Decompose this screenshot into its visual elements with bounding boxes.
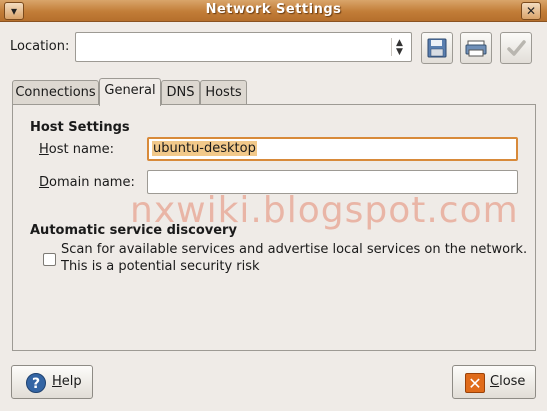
help-label: Help: [52, 374, 82, 389]
domain-name-label: Domain name:: [39, 175, 135, 190]
close-label-text: lose: [499, 374, 526, 389]
title-bar[interactable]: ▾ Network Settings ✕: [0, 0, 547, 22]
window-title: Network Settings: [205, 2, 342, 17]
help-button[interactable]: ? Help: [11, 365, 93, 399]
help-icon: ?: [26, 373, 46, 393]
domain-name-mnemonic: D: [39, 175, 50, 190]
host-name-value: ubuntu-desktop: [152, 141, 257, 156]
close-mnemonic: C: [490, 374, 500, 389]
window-close-button[interactable]: ✕: [521, 2, 541, 20]
host-name-label-text: ost name:: [48, 142, 114, 157]
host-settings-heading: Host Settings: [30, 120, 130, 135]
service-discovery-heading: Automatic service discovery: [30, 223, 237, 238]
apply-location-button[interactable]: [500, 32, 532, 64]
close-button[interactable]: ✕ Close: [452, 365, 536, 399]
tab-dns[interactable]: DNS: [161, 80, 200, 105]
close-label: Close: [490, 374, 525, 389]
help-mnemonic: H: [52, 374, 62, 389]
service-discovery-checkbox[interactable]: [43, 253, 56, 266]
host-name-input[interactable]: ubuntu-desktop: [147, 137, 518, 161]
tab-hosts[interactable]: Hosts: [200, 80, 247, 105]
apply-check-icon: [507, 40, 526, 56]
delete-location-button[interactable]: [460, 32, 492, 64]
host-name-label: Host name:: [39, 142, 114, 157]
save-location-button[interactable]: [421, 32, 453, 64]
tab-general[interactable]: General: [99, 78, 161, 106]
location-combo[interactable]: ▲ ▼: [75, 32, 412, 62]
service-discovery-line-1: Scan for available services and advertis…: [61, 242, 528, 257]
combo-arrows-icon: ▲ ▼: [391, 38, 407, 57]
close-icon: ✕: [525, 4, 537, 18]
location-label: Location:: [10, 39, 70, 54]
service-discovery-label[interactable]: Scan for available services and advertis…: [61, 241, 527, 275]
close-x-icon: ✕: [465, 373, 485, 393]
delete-printer-icon: [465, 40, 487, 57]
save-floppy-icon: [427, 38, 447, 58]
help-label-text: elp: [61, 374, 82, 389]
tab-connections[interactable]: Connections: [12, 80, 99, 105]
domain-name-label-text: omain name:: [49, 175, 135, 190]
service-discovery-line-2: This is a potential security risk: [61, 259, 260, 274]
host-name-mnemonic: H: [39, 142, 49, 157]
